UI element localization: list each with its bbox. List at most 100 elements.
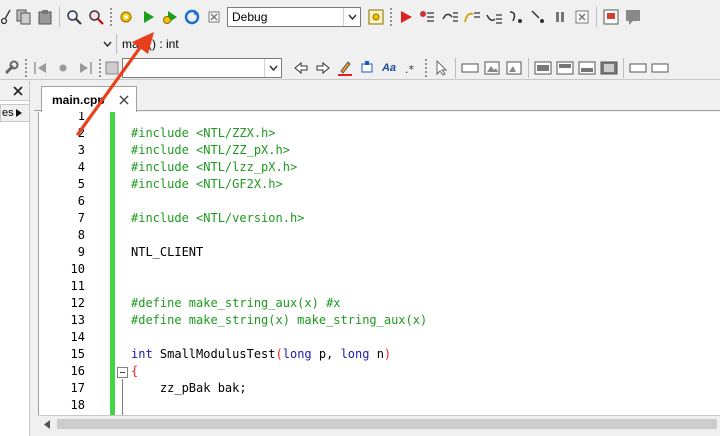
code-editor[interactable]: 1 2 3 4 5 6 7 8 9 10 11 12 13 14 15 16 17 18 #include <NT… (38, 112, 720, 415)
next-instruction-icon[interactable] (527, 6, 549, 28)
build-run-icon[interactable] (159, 6, 181, 28)
panel-right-icon[interactable] (649, 57, 671, 79)
chevron-right-icon[interactable] (15, 109, 22, 117)
code-token: #define make_string(x) make_string_aux(x… (131, 313, 428, 327)
pause-icon[interactable] (549, 6, 571, 28)
rebuild-icon[interactable] (181, 6, 203, 28)
fold-toggle[interactable] (117, 367, 128, 378)
layout-1-icon[interactable] (532, 57, 554, 79)
step-out-icon[interactable] (461, 6, 483, 28)
code-line[interactable]: #define make_string_aux(x) #x (131, 296, 341, 310)
line-number: 13 (70, 313, 85, 327)
search-combo[interactable] (122, 57, 282, 78)
code-token: #define make_string_aux(x) #x (131, 296, 341, 310)
abort-icon[interactable] (571, 6, 593, 28)
step-into-icon[interactable] (417, 6, 439, 28)
watch-icon[interactable] (600, 6, 622, 28)
toolbar-grip[interactable] (424, 57, 428, 78)
chevron-down-icon[interactable] (99, 34, 116, 54)
code-line[interactable]: #include <NTL/lzz_pX.h> (131, 160, 297, 174)
code-line[interactable]: #include <NTL/ZZ_pX.h> (131, 143, 290, 157)
horizontal-scrollbar[interactable] (38, 415, 720, 432)
code-token: SmallModulusTest (152, 347, 276, 361)
code-line[interactable]: #define make_string(x) make_string_aux(x… (131, 313, 427, 327)
code-token: ( (275, 347, 283, 361)
code-token: n (369, 347, 384, 361)
ide-window: Debug main() : int Aa .* es main.cpp 1 2… (0, 0, 720, 436)
font-icon[interactable]: Aa (378, 57, 400, 79)
layout-2-icon[interactable] (554, 57, 576, 79)
arrow-left-icon[interactable] (290, 57, 312, 79)
chevron-down-icon[interactable] (343, 8, 360, 26)
main-toolbar: Debug (0, 2, 720, 32)
svg-text:.*: .* (405, 63, 414, 76)
chevron-down-icon[interactable] (264, 58, 281, 77)
code-token: zz_pBak bak; (131, 381, 247, 395)
compile-icon[interactable] (115, 6, 137, 28)
toggle-icon[interactable] (104, 57, 120, 79)
scope-toolbar: main() : int (0, 33, 720, 55)
code-line[interactable]: #include <NTL/ZZX.h> (131, 126, 276, 140)
stamp-icon[interactable] (356, 57, 378, 79)
project-panel-tab[interactable]: es (0, 104, 30, 122)
cut-icon[interactable] (0, 6, 12, 28)
change-marker-bar (110, 112, 115, 415)
code-line[interactable]: { (131, 364, 138, 378)
code-token: #include <NTL/GF2X.h> (131, 177, 283, 191)
panel-left-icon[interactable] (627, 57, 649, 79)
chat-icon[interactable] (622, 6, 644, 28)
paste-icon[interactable] (34, 6, 56, 28)
close-icon[interactable] (116, 92, 132, 108)
line-number: 5 (77, 177, 85, 191)
toolbar-grip[interactable] (24, 57, 28, 78)
code-token: int (131, 347, 153, 361)
project-panel-header (0, 81, 29, 101)
toolbar-grip[interactable] (389, 7, 393, 27)
skip-icon[interactable] (505, 6, 527, 28)
code-line[interactable]: zz_pBak bak; (131, 381, 247, 395)
scroll-left-icon[interactable] (38, 416, 55, 432)
class-select[interactable] (0, 34, 116, 54)
close-icon[interactable] (10, 83, 26, 99)
goto-previous-icon[interactable] (30, 57, 52, 79)
bookmark-dot-icon[interactable] (52, 57, 74, 79)
wrench-icon[interactable] (0, 57, 22, 79)
goto-next-icon[interactable] (74, 57, 96, 79)
line-number: 18 (70, 398, 85, 412)
layout-3-icon[interactable] (576, 57, 598, 79)
stop-icon[interactable] (203, 6, 225, 28)
scrollbar-thumb[interactable] (57, 419, 717, 429)
rectangle-icon[interactable] (459, 57, 481, 79)
code-line[interactable]: #include <NTL/GF2X.h> (131, 177, 283, 191)
function-scope[interactable]: main() : int (117, 37, 179, 51)
find-icon[interactable] (63, 6, 85, 28)
replace-icon[interactable] (85, 6, 107, 28)
image-edit-icon[interactable] (503, 57, 525, 79)
code-line[interactable]: #include <NTL/version.h> (131, 211, 304, 225)
debug-icon[interactable] (395, 6, 417, 28)
code-line[interactable]: NTL_CLIENT (131, 245, 203, 259)
regex-icon[interactable]: .* (400, 57, 422, 79)
project-panel-tab-label: es (2, 107, 14, 119)
build-config-select[interactable]: Debug (227, 7, 361, 27)
code-line[interactable]: int SmallModulusTest(long p, long n) (131, 347, 391, 361)
toolbar-grip[interactable] (98, 57, 102, 78)
run-to-cursor-icon[interactable] (483, 6, 505, 28)
run-icon[interactable] (137, 6, 159, 28)
highlight-pen-icon[interactable] (334, 57, 356, 79)
select-cursor-icon[interactable] (430, 57, 452, 79)
arrow-right-icon[interactable] (312, 57, 334, 79)
copy-icon[interactable] (12, 6, 34, 28)
project-options-icon[interactable] (365, 6, 387, 28)
toolbar-separator (623, 57, 624, 78)
layout-4-icon[interactable] (598, 57, 620, 79)
code-token: long (340, 347, 370, 361)
line-number: 7 (77, 211, 85, 225)
step-over-icon[interactable] (439, 6, 461, 28)
tab-main-cpp[interactable]: main.cpp (41, 86, 137, 112)
line-number: 11 (70, 279, 85, 293)
tab-title: main.cpp (52, 92, 105, 107)
image-icon[interactable] (481, 57, 503, 79)
toolbar-grip[interactable] (109, 7, 113, 27)
toolbar-separator (455, 57, 456, 78)
